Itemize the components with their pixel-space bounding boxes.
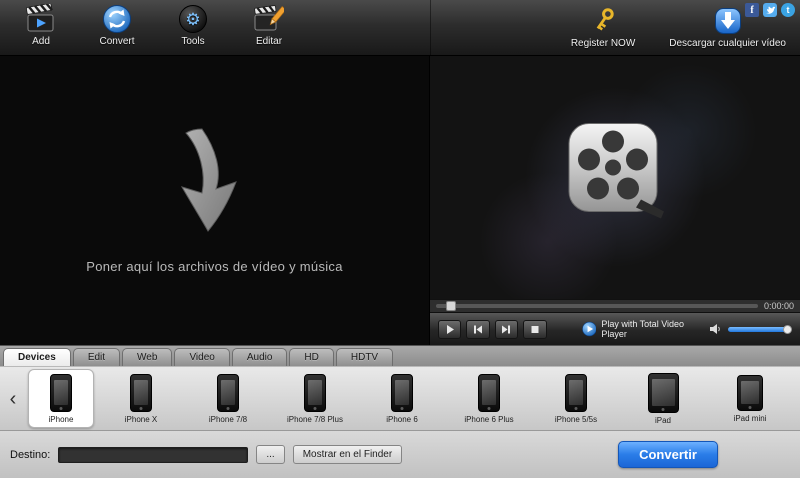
convert-label: Convert (99, 36, 135, 47)
show-in-finder-button[interactable]: Mostrar en el Finder (292, 445, 403, 464)
device-item-iphone[interactable]: iPhone (28, 369, 94, 428)
destination-label: Destino: (10, 448, 51, 461)
iphone-6-plus-icon (478, 373, 500, 412)
device-item-iphone-5-5s[interactable]: iPhone 5/5s (536, 373, 616, 424)
device-item-iphone-x[interactable]: iPhone X (101, 373, 181, 424)
tab-devices[interactable]: Devices (3, 348, 71, 366)
edit-button[interactable]: Editar (238, 4, 300, 47)
destination-input[interactable] (58, 446, 249, 463)
tab-audio[interactable]: Audio (231, 348, 288, 366)
player-branding: Play with Total Video Player (581, 319, 704, 339)
previous-button[interactable] (466, 319, 490, 339)
film-reel-icon (563, 120, 667, 229)
tab-video[interactable]: Video (174, 348, 230, 366)
convert-button[interactable]: Convert (86, 4, 148, 47)
video-converter-window: Add Convert ⚙ Tools Editar Register NOW … (0, 0, 800, 478)
transport-bar: Play with Total Video Player (430, 312, 800, 345)
volume-fill (728, 326, 788, 332)
device-label: iPhone 5/5s (554, 414, 598, 424)
preview-player: 0:00:00 Play with Total Video Player (430, 56, 800, 345)
convert-button-main[interactable]: Convertir (618, 441, 718, 468)
device-carousel: ‹ iPhone iPhone X iPhone 7/8 iPhone 7/8 … (0, 366, 800, 430)
clapperboard-pencil-icon (254, 4, 284, 34)
add-label: Add (32, 36, 50, 47)
drop-zone-hint: Poner aquí los archivos de vídeo y músic… (86, 259, 343, 274)
twitter-bird-icon[interactable] (763, 3, 777, 17)
stop-button[interactable] (523, 319, 547, 339)
gear-icon: ⚙ (178, 4, 208, 34)
next-button[interactable] (494, 319, 519, 339)
social-links: f t (745, 3, 795, 17)
iphone-x-icon (130, 373, 152, 412)
bottom-bar: Destino: ... Mostrar en el Finder Conver… (0, 430, 800, 478)
seek-bar[interactable] (436, 301, 758, 311)
volume-handle[interactable] (783, 324, 792, 334)
carousel-prev-icon[interactable]: ‹ (4, 389, 22, 409)
speaker-icon (710, 324, 720, 334)
device-item-ipad-mini[interactable]: iPad mini (710, 374, 790, 423)
play-button[interactable] (438, 319, 462, 339)
main-area: Poner aquí los archivos de vídeo y músic… (0, 56, 800, 345)
branding-text: Play with Total Video Player (601, 319, 685, 339)
volume-slider[interactable] (728, 324, 792, 334)
volume-control (709, 323, 792, 335)
tab-web[interactable]: Web (122, 348, 173, 366)
twitter-icon[interactable]: t (781, 3, 795, 17)
download-label: Descargar cualquier vídeo (669, 38, 786, 49)
ipad-mini-icon (737, 374, 763, 411)
register-button[interactable]: Register NOW (571, 6, 635, 49)
device-label: iPhone (48, 415, 74, 424)
device-label: iPad mini (733, 413, 767, 423)
device-label: iPad (654, 415, 671, 425)
edit-label: Editar (255, 36, 283, 47)
tools-button[interactable]: ⚙ Tools (162, 4, 224, 47)
iphone-icon (50, 374, 72, 412)
device-label: iPhone 7/8 Plus (286, 414, 344, 424)
iphone-6-icon (391, 373, 413, 412)
device-item-iphone-6-plus[interactable]: iPhone 6 Plus (449, 373, 529, 424)
device-label: iPhone X (124, 414, 158, 424)
device-list: iPhone iPhone X iPhone 7/8 iPhone 7/8 Pl… (22, 369, 796, 428)
convert-arrows-icon (102, 4, 132, 34)
tab-hdtv[interactable]: HDTV (335, 348, 394, 366)
ipad-icon (647, 372, 679, 413)
register-label: Register NOW (570, 38, 636, 49)
clapperboard-add-icon (26, 4, 56, 34)
tab-edit[interactable]: Edit (72, 348, 121, 366)
seek-handle[interactable] (445, 301, 456, 311)
progress-row: 0:00:00 (430, 299, 800, 312)
device-item-iphone-6[interactable]: iPhone 6 (362, 373, 442, 424)
device-item-iphone-7-8[interactable]: iPhone 7/8 (188, 373, 268, 424)
total-video-player-icon (581, 321, 597, 337)
toolbar: Add Convert ⚙ Tools Editar Register NOW … (0, 0, 800, 56)
player-controls: 0:00:00 Play with Total Video Player (430, 299, 800, 345)
device-label: iPhone 6 (386, 414, 418, 424)
facebook-icon[interactable]: f (745, 3, 759, 17)
browse-button[interactable]: ... (256, 445, 285, 464)
key-icon (588, 6, 618, 36)
tab-hd[interactable]: HD (289, 348, 334, 366)
device-item-iphone-7-8-plus[interactable]: iPhone 7/8 Plus (275, 373, 355, 424)
device-label: iPhone 6 Plus (464, 414, 514, 424)
download-icon (713, 6, 743, 36)
add-button[interactable]: Add (10, 4, 72, 47)
tools-label: Tools (181, 36, 205, 47)
category-tabs: Devices Edit Web Video Audio HD HDTV (0, 345, 800, 366)
drop-arrow-icon (180, 128, 237, 232)
iphone-5-5s-icon (565, 373, 587, 412)
device-item-ipad[interactable]: iPad (623, 372, 703, 425)
toolbar-left-group: Add Convert ⚙ Tools Editar (10, 0, 300, 55)
time-display: 0:00:00 (763, 301, 794, 311)
iphone-7-8-icon (217, 373, 239, 412)
file-drop-zone[interactable]: Poner aquí los archivos de vídeo y músic… (0, 56, 430, 345)
iphone-7-8-plus-icon (304, 373, 326, 412)
device-label: iPhone 7/8 (208, 414, 248, 424)
